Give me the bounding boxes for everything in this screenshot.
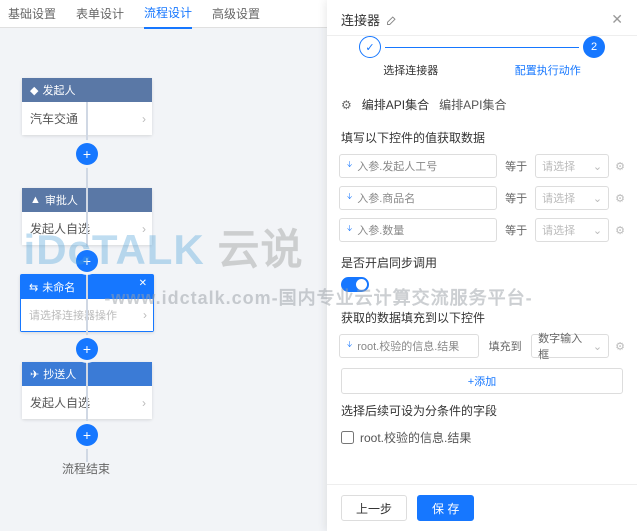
panel-footer: 上一步 保 存 [327,484,637,531]
add-node-button[interactable]: + [76,424,98,446]
bulb-icon: ᛎ [346,223,353,237]
step-1-label[interactable]: 选择连接器 [383,62,438,78]
node-body: 汽车交通 [30,110,78,127]
equals-label: 等于 [503,222,529,238]
bulb-icon: ᛎ [346,191,353,205]
sync-toggle[interactable] [341,277,369,292]
panel-title: 连接器 [341,10,398,29]
node-title: 发起人 [42,82,75,98]
prev-button[interactable]: 上一步 [341,495,407,521]
fillto-label: 填充到 [485,338,525,354]
node-body: 发起人自选 [30,220,90,237]
chevron-down-icon: ⌄ [593,192,602,205]
param-row: ᛎ入参.发起人工号 等于 请选择⌄ ⚙ [327,150,637,182]
branch-checkbox[interactable] [341,431,354,444]
api-set-label: 编排API集合 [362,96,429,113]
node-placeholder: 请选择连接器操作 [29,307,117,323]
add-node-button[interactable]: + [76,143,98,165]
bulb-icon: ᛎ [346,159,353,173]
param-select[interactable]: 请选择⌄ [535,186,609,210]
close-panel-button[interactable]: ✕ [611,11,623,28]
node-title: 审批人 [45,192,78,208]
fillback-label: 获取的数据填充到以下控件 [341,309,623,326]
branch-option[interactable]: root.校验的信息.结果 [327,423,637,452]
param-row: ᛎ入参.数量 等于 请选择⌄ ⚙ [327,214,637,246]
send-icon: ✈ [30,368,39,381]
chevron-right-icon: › [142,222,146,236]
param-select[interactable]: 请选择⌄ [535,154,609,178]
sync-label: 是否开启同步调用 [341,254,623,271]
chevron-right-icon: › [143,308,147,322]
bulb-icon: ᛎ [346,339,353,353]
tab-form[interactable]: 表单设计 [76,0,124,28]
step-2-label[interactable]: 配置执行动作 [515,62,581,78]
branch-option-text: root.校验的信息.结果 [360,429,471,446]
param-input[interactable]: ᛎ入参.数量 [339,218,497,242]
add-node-button[interactable]: + [76,338,98,360]
tab-flow[interactable]: 流程设计 [144,0,192,29]
fillback-dst-select[interactable]: 数字输入框⌄ [531,334,609,358]
step-indicator: ✓ 2 [327,36,637,58]
chevron-down-icon: ⌄ [593,340,602,353]
gear-icon[interactable]: ⚙ [615,160,625,173]
setting-icon: ⚙ [341,98,352,112]
chevron-down-icon: ⌄ [593,160,602,173]
flow-canvas[interactable]: ◆ 发起人 汽车交通 › + ▲ 审批人 发起人自选 › + ⇆ 未命名 ✕ 请选择连接器操… [0,28,327,531]
fillback-src-input[interactable]: ᛎroot.校验的信息.结果 [339,334,479,358]
add-fillback-button[interactable]: +添加 [341,368,623,394]
tab-basic[interactable]: 基础设置 [8,0,56,28]
node-title: 未命名 [42,279,75,295]
param-select[interactable]: 请选择⌄ [535,218,609,242]
fillback-row: ᛎroot.校验的信息.结果 填充到 数字输入框⌄ ⚙ [327,330,637,362]
user-icon: ▲ [30,194,41,206]
side-panel: 连接器 ✕ ✓ 2 选择连接器 配置执行动作 ⚙ 编排API集合 编排API集合… [327,0,637,531]
chevron-down-icon: ⌄ [593,224,602,237]
link-icon: ⇆ [29,281,38,294]
node-title: 抄送人 [43,366,76,382]
chevron-right-icon: › [142,112,146,126]
equals-label: 等于 [503,158,529,174]
step-2-icon: 2 [583,36,605,58]
param-input[interactable]: ᛎ入参.发起人工号 [339,154,497,178]
gear-icon[interactable]: ⚙ [615,224,625,237]
equals-label: 等于 [503,190,529,206]
branch-label: 选择后续可设为分条件的字段 [341,402,623,419]
flow-end-label: 流程结束 [62,460,110,477]
gear-icon[interactable]: ⚙ [615,340,625,353]
edit-icon[interactable] [386,14,398,26]
step-1-icon: ✓ [359,36,381,58]
chevron-right-icon: › [142,396,146,410]
tab-advanced[interactable]: 高级设置 [212,0,260,28]
add-node-button[interactable]: + [76,250,98,272]
user-icon: ◆ [30,84,38,97]
fill-params-label: 填写以下控件的值获取数据 [341,129,623,146]
node-body: 发起人自选 [30,394,90,411]
param-input[interactable]: ᛎ入参.商品名 [339,186,497,210]
gear-icon[interactable]: ⚙ [615,192,625,205]
param-row: ᛎ入参.商品名 等于 请选择⌄ ⚙ [327,182,637,214]
close-icon[interactable]: ✕ [139,278,147,289]
save-button[interactable]: 保 存 [417,495,474,521]
api-set-edit-link[interactable]: 编排API集合 [439,96,506,113]
